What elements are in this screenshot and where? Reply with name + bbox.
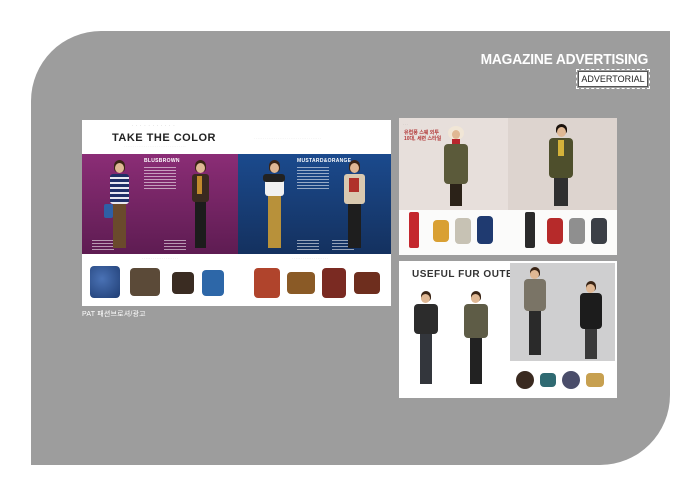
product-lineup [399,210,617,255]
body-text-block [297,167,329,189]
jacket-item [433,220,449,242]
jacket-item [569,218,585,244]
model-figure [104,160,134,252]
accessories-strip: · · · · · · · · · · · · · · · · · · · · … [82,254,391,306]
magazine-spread-fur-outers: USEFUL FUR OUTERS [399,261,617,398]
page-number: · · · [403,122,408,126]
jacket-item [547,218,563,244]
model-figure [187,160,213,252]
accessory-item [586,373,604,387]
spread-caption: PAT 패션브로셔/광고 [82,311,146,318]
strip-caption: · · · · · · · · · · · · · · · · · · · · [292,256,328,260]
model-figure [441,126,471,208]
jacket-item [477,216,493,244]
magazine-spread-korean-outerwear: · · · 유럽풍 스웨 외투 10대, 세련 스타일 [399,118,617,255]
korean-title: 유럽풍 스웨 외투 10대, 세련 스타일 [404,130,442,142]
jacket-item [455,218,471,244]
accessory-item [540,373,556,387]
model-figure [577,281,605,361]
model-small [409,212,419,248]
scarf-item [90,266,120,298]
magazine-spread-take-the-color: · · · · · · · · · · · TAKE THE COLOR · ·… [82,120,391,306]
bag-item [202,270,224,296]
body-text-block [144,167,176,189]
left-panel-label: BLUSBROWN [144,158,180,164]
spread-header: · · · · · · · · · · · TAKE THE COLOR · ·… [82,120,391,154]
strip-caption: · · · · · · · · · · · · · · · · · · · · [142,256,178,260]
section-title: MAGAZINE ADVERTISING [480,51,648,68]
model-figure [260,160,288,252]
bag-item [172,272,194,294]
body-text-block [164,240,186,250]
model-figure [411,291,441,387]
advertorial-badge: ADVERTORIAL [576,69,650,89]
accessories-row [510,361,615,398]
spread-headline: TAKE THE COLOR [112,132,216,144]
accessory-item [562,371,580,389]
model-figure [340,160,368,252]
body-text-block [297,240,319,250]
spread-tagline-right: · · · · · · · · · · · · · · · · · · · · … [254,136,321,140]
bag-item [287,272,315,294]
model-small [525,212,535,248]
model-figure [545,124,577,208]
bag-item [130,268,160,296]
accessory-item [516,371,534,389]
scarf-item [322,268,346,298]
scarf-item [254,268,280,298]
spread-tagline: · · · · · · · · · · · · · · · · · · · · … [124,144,186,148]
model-figure [521,267,549,357]
spread-kicker: · · · · · · · · · · · [132,124,176,128]
model-figure [461,291,491,387]
jacket-item [591,218,607,244]
bag-item [354,272,380,294]
